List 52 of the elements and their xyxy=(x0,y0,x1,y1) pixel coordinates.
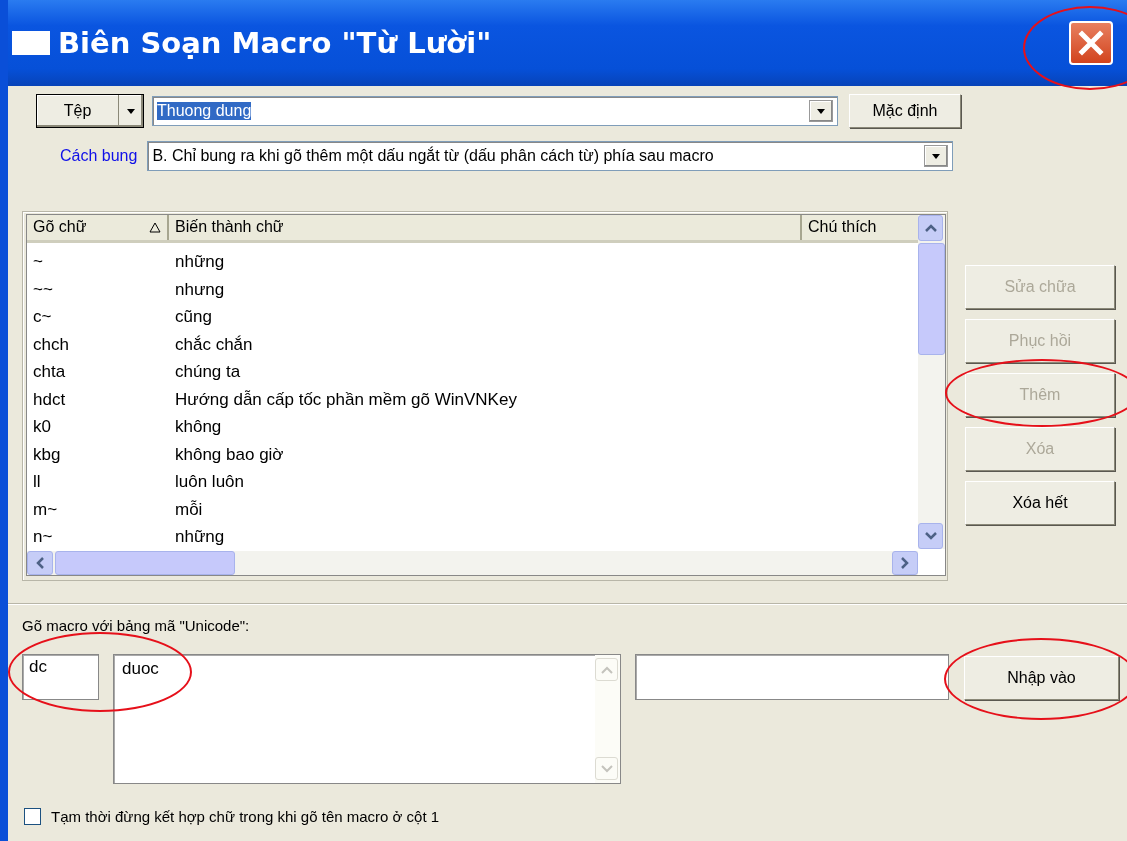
macro-input[interactable]: dc xyxy=(22,654,99,700)
checkbox-label: Tạm thời đừng kết hợp chữ trong khi gõ tên macro ở cột 1 xyxy=(51,808,440,825)
close-icon xyxy=(1078,30,1104,56)
column-header[interactable]: Biến thành chữ xyxy=(169,215,802,240)
file-dropdown[interactable]: Thuong dung xyxy=(152,96,838,126)
table-cell-text: những xyxy=(174,252,226,273)
table-cell-text: chta xyxy=(32,362,67,383)
table-cell-text: ~ xyxy=(32,252,44,273)
table-cell-text: ll xyxy=(32,472,42,493)
table-cell-text: cũng xyxy=(174,307,213,328)
table-cell-text: không xyxy=(174,417,223,438)
field-label: Cách bung xyxy=(60,147,138,165)
action-button[interactable]: Xóa hết xyxy=(965,481,1115,525)
table-cell-text: mỗi xyxy=(174,499,204,520)
table-cell-text: Hướng dẫn cấp tốc phần mềm gõ WinVNKey xyxy=(174,389,518,410)
mode-dropdown[interactable]: B. Chỉ bung ra khi gõ thêm một dấu ngắt từ (dấu phân cách từ) phía sau macro xyxy=(147,141,954,171)
table-cell-text: chắc chắn xyxy=(174,334,254,355)
column-header[interactable]: Chú thích xyxy=(802,215,918,240)
table-cell-text: chch xyxy=(32,334,70,355)
table-cell-text: không bao giờ xyxy=(174,444,285,465)
table-cell-text: nhưng xyxy=(174,279,226,300)
table-cell-text: c~ xyxy=(32,307,53,328)
comment-input[interactable] xyxy=(635,654,949,700)
table-cell-text: những xyxy=(174,527,226,548)
table-cell-text: luôn luôn xyxy=(174,472,245,493)
scroll-left-button[interactable] xyxy=(27,551,53,575)
table-cell-text: chúng ta xyxy=(174,362,242,383)
window-title: Biên Soạn Macro "Từ Lười" xyxy=(58,26,493,60)
caret-icon xyxy=(930,151,943,161)
caret-icon xyxy=(815,106,827,116)
column-header[interactable]: Gõ chữ xyxy=(27,215,169,240)
scroll-thumb[interactable] xyxy=(918,243,945,355)
scroll-right-button[interactable] xyxy=(892,551,918,575)
section-label: Gõ macro với bảng mã "Unicode": xyxy=(22,617,251,634)
checkbox[interactable] xyxy=(24,808,41,825)
file-button[interactable]: Tệp xyxy=(36,94,144,128)
table-cell-text: n~ xyxy=(32,527,54,548)
import-button[interactable]: Nhập vào xyxy=(964,656,1119,700)
table-cell-text: m~ xyxy=(32,499,59,520)
default-button[interactable]: Mặc định xyxy=(849,94,961,128)
table-cell-text: kbg xyxy=(32,444,62,465)
window-icon xyxy=(12,31,50,55)
scroll-down-button[interactable] xyxy=(918,523,943,549)
dropdown-button[interactable] xyxy=(809,100,833,122)
close-button[interactable] xyxy=(1069,21,1113,65)
scroll-up-button[interactable] xyxy=(918,215,943,241)
dropdown-button[interactable] xyxy=(924,145,949,167)
scroll-thumb[interactable] xyxy=(55,551,235,575)
caret-icon xyxy=(125,106,137,116)
table-cell-text: hdct xyxy=(32,389,67,410)
table-cell-text: k0 xyxy=(32,417,52,438)
table-cell-text: ~~ xyxy=(32,279,54,300)
